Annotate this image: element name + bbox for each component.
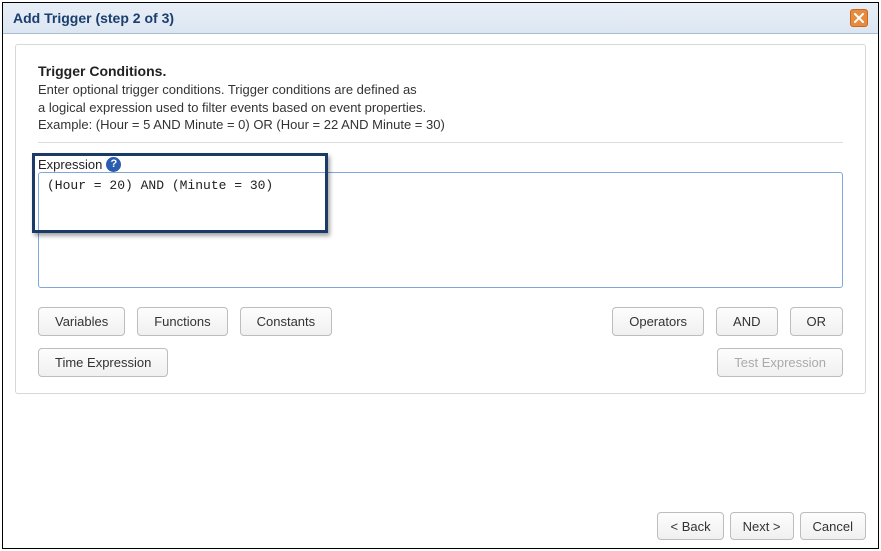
expression-label-row: Expression ? (38, 157, 843, 172)
functions-button[interactable]: Functions (137, 307, 227, 336)
close-icon[interactable] (850, 9, 868, 27)
cancel-button[interactable]: Cancel (800, 512, 866, 540)
section-heading: Trigger Conditions. (38, 63, 843, 79)
toolbar-right: Operators AND OR (612, 307, 843, 336)
or-button[interactable]: OR (790, 307, 844, 336)
and-button[interactable]: AND (716, 307, 777, 336)
back-button[interactable]: < Back (657, 512, 723, 540)
window-title: Add Trigger (step 2 of 3) (13, 10, 174, 26)
expression-input[interactable] (38, 172, 843, 288)
trigger-conditions-panel: Trigger Conditions. Enter optional trigg… (15, 44, 866, 394)
expression-label: Expression (38, 157, 102, 172)
toolbar-row-2: Time Expression Test Expression (38, 348, 843, 377)
constants-button[interactable]: Constants (240, 307, 333, 336)
test-expression-button: Test Expression (717, 348, 843, 377)
titlebar: Add Trigger (step 2 of 3) (3, 3, 878, 34)
section-description: Enter optional trigger conditions. Trigg… (38, 81, 843, 134)
help-icon[interactable]: ? (106, 157, 121, 172)
dialog-window: Add Trigger (step 2 of 3) Trigger Condit… (2, 2, 879, 549)
operators-button[interactable]: Operators (612, 307, 704, 336)
toolbar-row-1: Variables Functions Constants Operators … (38, 307, 843, 336)
dialog-footer: < Back Next > Cancel (15, 504, 866, 540)
time-expression-button[interactable]: Time Expression (38, 348, 168, 377)
variables-button[interactable]: Variables (38, 307, 125, 336)
divider (38, 142, 843, 143)
toolbar-left: Variables Functions Constants (38, 307, 332, 336)
content-area: Trigger Conditions. Enter optional trigg… (3, 34, 878, 548)
next-button[interactable]: Next > (730, 512, 794, 540)
